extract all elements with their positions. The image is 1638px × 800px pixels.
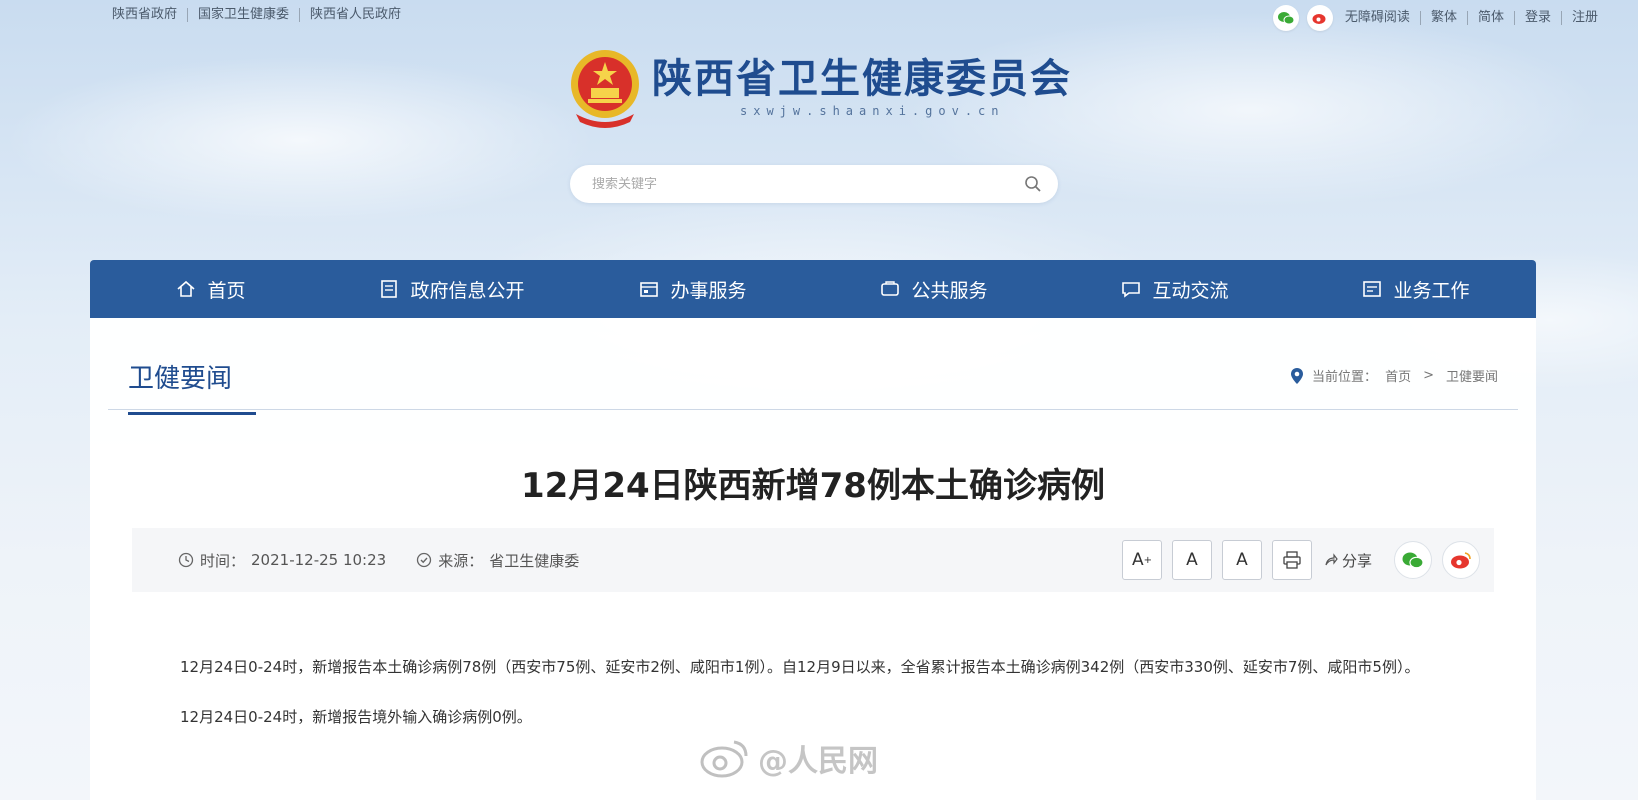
font-medium-label: A <box>1186 550 1198 570</box>
check-circle-icon <box>417 552 432 568</box>
nav-item-home[interactable]: 首页 <box>90 276 331 303</box>
accessibility-link[interactable]: 无障碍阅读 <box>1341 11 1420 25</box>
weibo-watermark-icon <box>700 740 748 778</box>
article-tools: A + A A 分享 <box>1121 540 1480 580</box>
source-value: 省卫生健康委 <box>489 551 580 570</box>
font-large-label: A <box>1131 550 1144 570</box>
share-label: 分享 <box>1341 551 1372 570</box>
register-link[interactable]: 注册 <box>1560 11 1608 25</box>
wechat-icon <box>1402 552 1424 569</box>
nav-item-interaction[interactable]: 互动交流 <box>1054 276 1295 303</box>
breadcrumb-prefix: 当前位置： <box>1312 370 1378 385</box>
document-icon <box>381 280 398 298</box>
article-title: 12月24日陕西新增78例本土确诊病例 <box>521 466 1105 506</box>
font-small-label: A <box>1236 550 1248 570</box>
simplified-link[interactable]: 简体 <box>1466 11 1514 25</box>
nav-item-services[interactable]: 办事服务 <box>572 276 813 303</box>
home-icon <box>177 280 196 297</box>
article-body: 12月24日0-24时，新增报告本土确诊病例78例（西安市75例、延安市2例、咸… <box>150 648 1480 748</box>
breadcrumb-current[interactable]: 卫健要闻 <box>1446 366 1498 385</box>
font-large-button[interactable]: A + <box>1121 540 1162 580</box>
nav-label: 互动交流 <box>1152 279 1229 302</box>
print-button[interactable] <box>1271 540 1312 580</box>
search-icon[interactable] <box>1024 175 1042 193</box>
font-medium-button[interactable]: A <box>1171 540 1212 580</box>
article-paragraph: 12月24日0-24时，新增报告境外输入确诊病例0例。 <box>180 708 532 726</box>
time-label: 时间： <box>200 551 246 570</box>
breadcrumb-home[interactable]: 首页 <box>1385 366 1411 385</box>
clock-icon <box>178 552 194 568</box>
article-paragraph: 12月24日0-24时，新增报告本土确诊病例78例（西安市75例、延安市2例、咸… <box>180 658 1420 676</box>
top-left-links: 陕西省政府 国家卫生健康委 陕西省人民政府 <box>112 8 411 22</box>
site-brand[interactable]: 陕西省卫生健康委员会 sxwjw.shaanxi.gov.cn <box>566 44 1072 130</box>
share-wechat-button[interactable] <box>1394 541 1432 579</box>
weibo-icon <box>1451 552 1471 569</box>
public-service-icon <box>881 281 900 296</box>
traditional-link[interactable]: 繁体 <box>1419 11 1467 25</box>
watermark: @人民网 <box>700 736 878 780</box>
search-input[interactable] <box>592 176 1024 192</box>
weibo-icon[interactable] <box>1306 5 1333 31</box>
share-weibo-button[interactable] <box>1442 541 1480 579</box>
national-emblem-icon <box>566 44 644 130</box>
top-bar: 陕西省政府 国家卫生健康委 陕西省人民政府 无障碍阅读 繁体 简体 登录 注册 <box>0 0 1638 34</box>
breadcrumb-separator: > <box>1423 368 1434 383</box>
search-box <box>570 165 1058 203</box>
login-link[interactable]: 登录 <box>1513 11 1561 25</box>
top-link-nhc[interactable]: 国家卫生健康委 <box>188 8 301 22</box>
nav-label: 公共服务 <box>911 279 988 302</box>
work-icon <box>1363 281 1382 297</box>
nav-label: 首页 <box>207 279 246 302</box>
font-small-button[interactable]: A <box>1221 540 1262 580</box>
section-title: 卫健要闻 <box>128 358 257 415</box>
chat-icon <box>1122 282 1141 298</box>
breadcrumb: 当前位置： 首页 > 卫健要闻 <box>1290 366 1498 385</box>
site-name: 陕西省卫生健康委员会 <box>652 55 1072 102</box>
site-domain: sxwjw.shaanxi.gov.cn <box>740 104 1005 118</box>
watermark-text: @人民网 <box>758 744 878 779</box>
top-link-provincial-gov[interactable]: 陕西省政府 <box>112 8 189 22</box>
print-icon <box>1283 551 1301 569</box>
main-nav: 首页 政府信息公开 办事服务 公共服务 互动交流 业务工作 <box>90 260 1536 318</box>
article-meta-bar: 时间： 2021-12-25 10:23 来源： 省卫生健康委 A + A A 分… <box>132 528 1494 592</box>
nav-label: 政府信息公开 <box>410 279 525 302</box>
top-link-people-gov[interactable]: 陕西省人民政府 <box>300 8 411 22</box>
nav-item-public-services[interactable]: 公共服务 <box>813 276 1054 303</box>
article-source: 来源： 省卫生健康委 <box>416 550 579 571</box>
service-icon <box>640 282 659 297</box>
section-header: 卫健要闻 当前位置： 首页 > 卫健要闻 <box>108 340 1518 415</box>
source-label: 来源： <box>438 551 484 570</box>
time-value: 2021-12-25 10:23 <box>251 551 387 569</box>
share-icon <box>1325 553 1338 566</box>
content-panel: 卫健要闻 当前位置： 首页 > 卫健要闻 12月24日陕西新增78例本土确诊病例… <box>90 318 1536 800</box>
nav-item-gov-info[interactable]: 政府信息公开 <box>331 276 572 303</box>
top-right-tools: 无障碍阅读 繁体 简体 登录 注册 <box>1272 5 1608 31</box>
location-pin-icon <box>1291 367 1304 384</box>
publish-time: 时间： 2021-12-25 10:23 <box>178 550 386 571</box>
nav-label: 办事服务 <box>670 279 747 302</box>
wechat-icon[interactable] <box>1272 5 1299 31</box>
nav-label: 业务工作 <box>1393 279 1470 302</box>
share-label-group: 分享 <box>1324 550 1372 571</box>
nav-item-business[interactable]: 业务工作 <box>1295 276 1536 303</box>
top-right-links: 无障碍阅读 繁体 简体 登录 注册 <box>1341 11 1608 25</box>
